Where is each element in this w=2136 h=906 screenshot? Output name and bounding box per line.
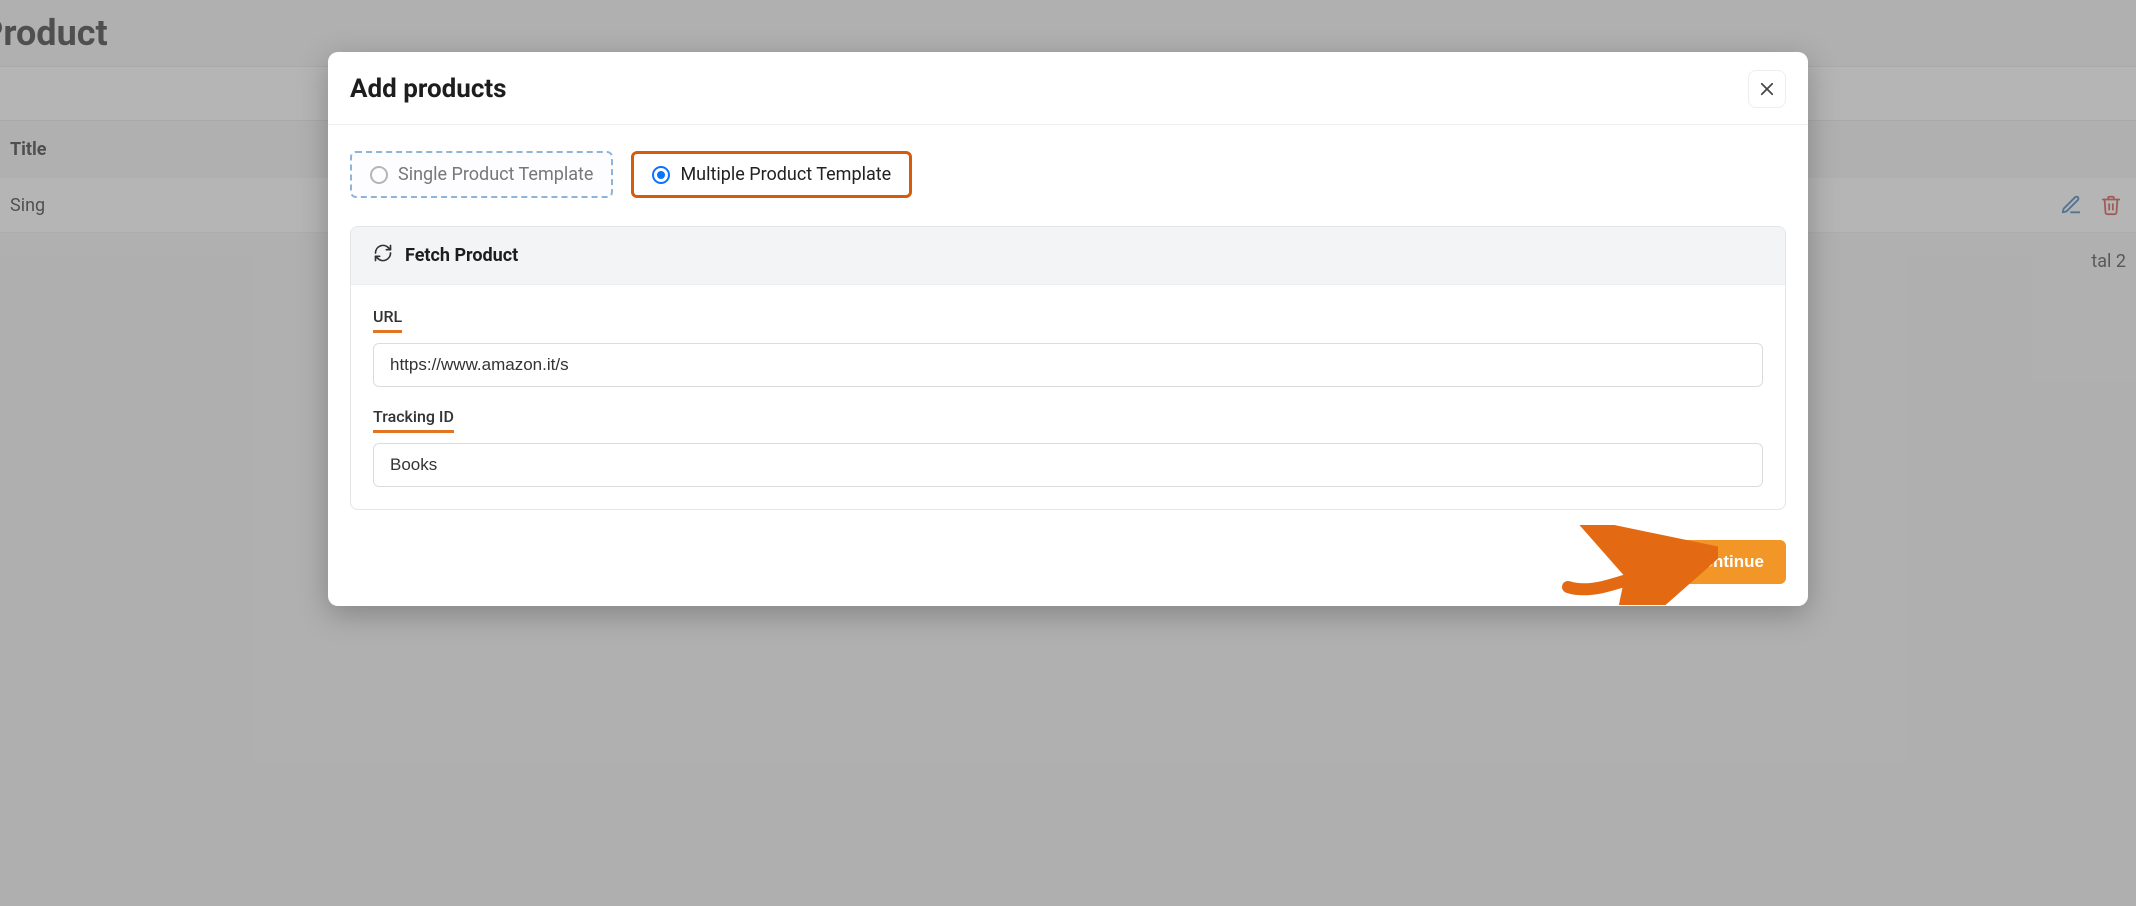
panel-header: Fetch Product xyxy=(351,227,1785,285)
add-products-modal: Add products Single Product Template Mul… xyxy=(328,52,1808,606)
radio-icon xyxy=(370,166,388,184)
modal-footer: Continue xyxy=(328,518,1808,606)
modal-overlay: Add products Single Product Template Mul… xyxy=(0,0,2136,906)
url-input[interactable] xyxy=(373,343,1763,387)
radio-icon xyxy=(652,166,670,184)
panel-heading: Fetch Product xyxy=(405,245,518,266)
option-multiple-product[interactable]: Multiple Product Template xyxy=(631,151,912,198)
option-single-product[interactable]: Single Product Template xyxy=(350,151,613,198)
modal-body: Single Product Template Multiple Product… xyxy=(328,125,1808,518)
fetch-product-panel: Fetch Product URL Tracking ID xyxy=(350,226,1786,510)
url-field-group: URL xyxy=(373,307,1763,387)
tracking-field-group: Tracking ID xyxy=(373,407,1763,487)
continue-button[interactable]: Continue xyxy=(1668,540,1786,584)
option-label: Multiple Product Template xyxy=(680,164,891,185)
tracking-label: Tracking ID xyxy=(373,407,454,433)
modal-header: Add products xyxy=(328,52,1808,125)
option-label: Single Product Template xyxy=(398,164,593,185)
url-label: URL xyxy=(373,307,402,333)
panel-body: URL Tracking ID xyxy=(351,285,1785,509)
tracking-input[interactable] xyxy=(373,443,1763,487)
close-icon xyxy=(1758,80,1776,98)
modal-title: Add products xyxy=(350,74,507,104)
close-button[interactable] xyxy=(1748,70,1786,108)
template-options: Single Product Template Multiple Product… xyxy=(350,151,1786,198)
refresh-icon xyxy=(373,243,393,268)
